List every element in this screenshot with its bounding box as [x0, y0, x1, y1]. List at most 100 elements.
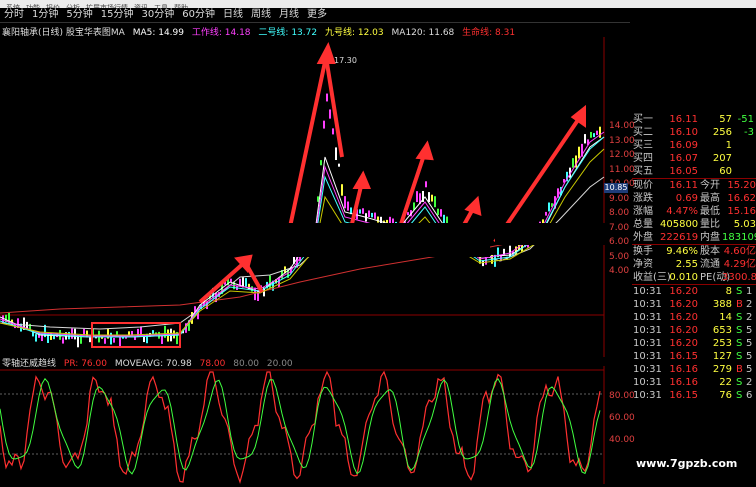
- bid-price: 16.05: [669, 166, 698, 177]
- tick-side: S: [736, 338, 743, 349]
- indicator-tick: 60.00: [609, 413, 635, 423]
- tick-row: 10:31 16.15 76 S 6: [632, 389, 756, 402]
- tick-price: 16.16: [669, 364, 698, 375]
- candle: [596, 130, 598, 136]
- candle: [590, 131, 592, 138]
- tick-row: 10:31 16.20 8 S 1: [632, 285, 756, 298]
- candle: [593, 133, 595, 138]
- stat-value: 3300.8: [722, 272, 756, 283]
- pr-line: [0, 370, 601, 484]
- tick-price: 16.16: [669, 377, 698, 388]
- period-tab-bar: 分时 1分钟 5分钟 15分钟 30分钟 60分钟 日线 周线 月线 更多: [0, 8, 630, 23]
- candle: [599, 126, 601, 138]
- tick-side: S: [736, 351, 743, 362]
- candle: [344, 196, 346, 209]
- candle: [335, 147, 337, 161]
- period-tab[interactable]: 周线: [247, 8, 275, 22]
- bid-volume: 1: [725, 140, 732, 151]
- period-tab[interactable]: 分时: [0, 8, 28, 22]
- stat-label: 股本: [700, 246, 720, 257]
- stat-value: 405800: [660, 219, 699, 230]
- period-tab[interactable]: 60分钟: [178, 8, 219, 22]
- indicator-chart[interactable]: [0, 366, 606, 484]
- watermark: www.7gpzb.com: [636, 457, 738, 470]
- candle: [440, 209, 442, 217]
- candle: [407, 212, 409, 216]
- tick-side: B: [736, 364, 743, 375]
- bid-price: 16.09: [669, 140, 698, 151]
- candle: [323, 120, 325, 129]
- candle: [359, 209, 361, 214]
- bid-label: 买一: [633, 114, 653, 125]
- tick-volume: 653: [712, 325, 732, 336]
- period-tab[interactable]: 1分钟: [28, 8, 62, 22]
- price-tick: 12.00: [609, 150, 635, 160]
- bid-volume: 60: [719, 166, 732, 177]
- stat-label: 最低: [700, 206, 720, 217]
- candle: [437, 208, 439, 216]
- stat-value: 0.010: [669, 272, 698, 283]
- bid-row: 买三 16.09 1: [632, 139, 756, 152]
- candle: [443, 214, 445, 224]
- period-tab[interactable]: 更多: [303, 8, 331, 22]
- candle: [332, 128, 334, 135]
- price-tick: 14.00: [609, 121, 635, 131]
- bid-label: 买二: [633, 127, 653, 138]
- bid-row: 买四 16.07 207: [632, 152, 756, 165]
- price-tick: 4.00: [609, 266, 630, 276]
- tick-row: 10:31 16.15 127 S 5: [632, 350, 756, 363]
- stat-value: 15.20: [727, 180, 756, 191]
- candle: [428, 192, 430, 203]
- candlestick-chart[interactable]: 17.30: [0, 37, 606, 357]
- tick-side: S: [736, 377, 743, 388]
- stat-row: 外盘 222619内盘183109: [632, 231, 756, 244]
- candle: [362, 208, 364, 214]
- period-tab[interactable]: 月线: [275, 8, 303, 22]
- stat-label: 流通: [700, 259, 720, 270]
- candle: [113, 337, 115, 343]
- bid-label: 买四: [633, 153, 653, 164]
- period-tab[interactable]: 15分钟: [97, 8, 138, 22]
- indicator-tick: 40.00: [609, 435, 635, 445]
- candle: [62, 337, 64, 344]
- tick-volume: 127: [712, 351, 732, 362]
- stat-value: 9.46%: [666, 246, 698, 257]
- tick-count: 5: [746, 364, 753, 375]
- candle: [278, 278, 280, 288]
- tick-time: 10:31: [633, 312, 662, 323]
- stat-label: 现价: [633, 180, 653, 191]
- candle: [425, 181, 427, 188]
- tick-side: S: [736, 312, 743, 323]
- tick-time: 10:31: [633, 377, 662, 388]
- tick-time: 10:31: [633, 338, 662, 349]
- stat-label: 总量: [633, 219, 653, 230]
- candle: [578, 146, 580, 159]
- tick-time: 10:31: [633, 390, 662, 401]
- candle: [230, 278, 232, 282]
- period-tab[interactable]: 日线: [219, 8, 247, 22]
- candle: [434, 196, 436, 208]
- stat-label: 涨跌: [633, 193, 653, 204]
- candle: [161, 335, 163, 344]
- candle: [416, 191, 418, 202]
- period-tab[interactable]: 30分钟: [137, 8, 178, 22]
- peak-price-label: 17.30: [334, 56, 357, 65]
- bid-label: 买五: [633, 166, 653, 177]
- stat-row: 总量 405800 量比 5.03: [632, 218, 756, 231]
- stat-label: 涨幅: [633, 206, 653, 217]
- tick-price: 16.20: [669, 312, 698, 323]
- tick-side: S: [736, 325, 743, 336]
- candle: [542, 219, 544, 224]
- stat-value: 4.60亿: [723, 246, 756, 257]
- price-tick: 11.00: [609, 164, 635, 175]
- candle: [374, 212, 376, 219]
- period-tab[interactable]: 5分钟: [62, 8, 96, 22]
- candle: [104, 338, 106, 344]
- bid-change: -51: [737, 114, 754, 125]
- candle: [368, 210, 370, 218]
- tick-time: 10:31: [633, 299, 662, 310]
- price-tick: 9.00: [609, 193, 630, 204]
- candle: [377, 216, 379, 223]
- candle: [545, 211, 547, 216]
- tick-price: 16.15: [669, 390, 698, 401]
